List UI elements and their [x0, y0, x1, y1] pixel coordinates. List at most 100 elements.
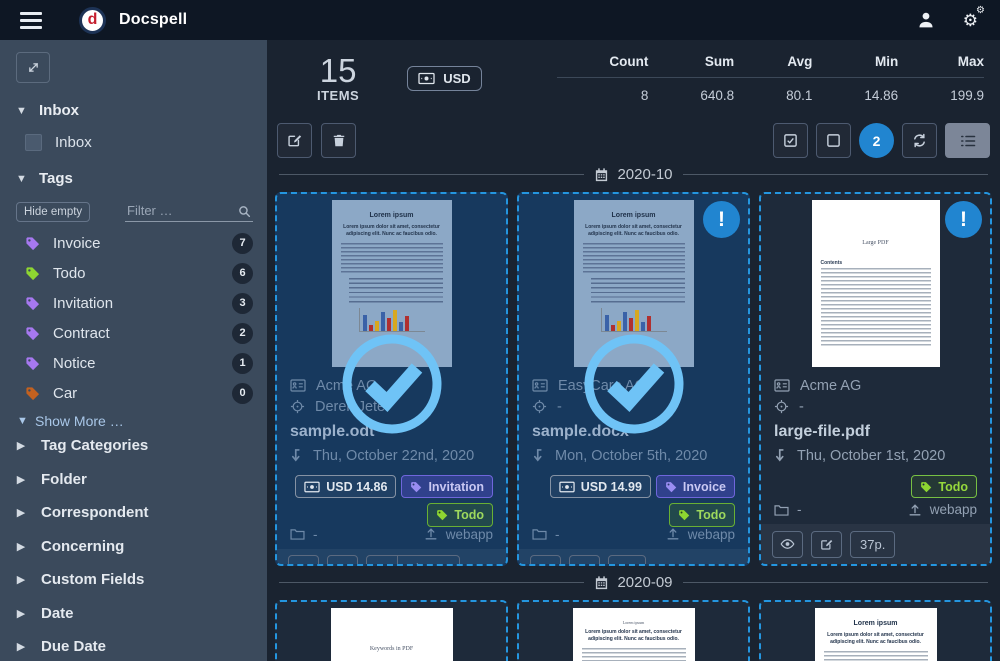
docspell-logo-icon[interactable]: d — [79, 7, 106, 34]
arrow-right-icon — [376, 563, 389, 566]
items-count: 15 — [317, 54, 359, 89]
list-view-button[interactable] — [945, 123, 990, 158]
stat-sum: 640.8 — [648, 78, 734, 106]
sidebar-section-folder[interactable]: ▶ Folder — [16, 463, 253, 497]
sidebar-section-date[interactable]: ▶ Date — [16, 597, 253, 631]
currency-usd-button[interactable]: USD — [407, 66, 481, 91]
chevron-right-icon: ▶ — [16, 573, 26, 586]
user-icon[interactable] — [917, 11, 935, 29]
page-count: 1/2, 4p. — [398, 556, 459, 566]
edit-icon — [578, 562, 591, 566]
delete-selected-button[interactable] — [321, 123, 356, 158]
inbox-checkbox[interactable] — [25, 134, 42, 151]
sidebar-tag-notice[interactable]: Notice 1 — [25, 348, 253, 378]
tag-count-badge: 3 — [232, 293, 253, 314]
tag-badge-todo: Todo — [911, 475, 977, 498]
sidebar-tag-invoice[interactable]: Invoice 7 — [25, 228, 253, 258]
item-card-sample-odt[interactable]: Lorem ipsum Lorem ipsum dolor sit amet, … — [275, 192, 508, 566]
eye-icon — [296, 563, 311, 567]
next-attachment-button[interactable] — [367, 556, 398, 566]
trash-icon — [332, 133, 346, 148]
sidebar-tag-invitation[interactable]: Invitation 3 — [25, 288, 253, 318]
sidebar-section-tag-categories[interactable]: ▶ Tag Categories — [16, 429, 253, 463]
inbox-checkbox-item[interactable]: Inbox — [25, 134, 253, 151]
select-all-button[interactable] — [773, 123, 808, 158]
item-card-sample-docx[interactable]: Lorem ipsum Lorem ipsum dolor sit amet, … — [517, 192, 750, 566]
crosshairs-icon — [532, 399, 547, 414]
search-sidebar: ▼ Inbox Inbox ▼ Tags Hide empty Invoice … — [0, 40, 267, 661]
item-preview: Large PDF Contents ! — [761, 194, 990, 367]
sidebar-tag-contract[interactable]: Contract 2 — [25, 318, 253, 348]
tag-badge-invitation: Invitation — [401, 475, 493, 498]
arrow-down-icon — [774, 448, 787, 463]
items-summary: 15 ITEMS — [317, 54, 359, 104]
show-more-tags[interactable]: ▼ Show More … — [17, 413, 253, 429]
menu-icon[interactable] — [20, 12, 42, 29]
pages-group: 1/2, 4p. — [366, 555, 460, 566]
sidebar-section-inbox[interactable]: ▼ Inbox — [16, 102, 253, 119]
preview-button[interactable] — [772, 531, 803, 558]
edit-item-button[interactable] — [811, 531, 842, 558]
item-date-row: Mon, October 5th, 2020 — [532, 445, 735, 466]
item-preview: Lorem ipsum Lorem ipsum dolor sit amet, … — [277, 194, 506, 367]
preview-button[interactable] — [288, 555, 319, 566]
badges-row: Todo — [774, 475, 977, 498]
refresh-button[interactable] — [902, 123, 937, 158]
deselect-all-button[interactable] — [816, 123, 851, 158]
stat-max: 199.9 — [898, 78, 984, 106]
item-card[interactable]: Lorem ipsum Lorem ipsum dolor sit amet, … — [759, 600, 992, 661]
correspondent-row: Acme AG — [290, 375, 493, 396]
card-actions: 1/2, 4p. — [277, 549, 506, 567]
sidebar-section-correspondent[interactable]: ▶ Correspondent — [16, 496, 253, 530]
items-label: ITEMS — [317, 88, 359, 103]
thumb-bar-chart — [359, 308, 425, 332]
edit-item-button[interactable] — [327, 555, 358, 566]
tag-icon — [436, 509, 448, 521]
address-card-icon — [532, 379, 548, 392]
arrow-down-icon — [290, 448, 303, 463]
tag-icon — [678, 509, 690, 521]
selection-toolbar: 2 — [277, 123, 990, 158]
item-card-large-file-pdf[interactable]: Large PDF Contents ! Acme AG - large-fil… — [759, 192, 992, 566]
date-group-header: 2020-10 — [279, 166, 988, 183]
sidebar-tag-todo[interactable]: Todo 6 — [25, 258, 253, 288]
settings-cogs-icon[interactable]: ⚙⚙ — [963, 12, 978, 29]
folder-value: - — [290, 527, 318, 542]
tag-icon — [25, 386, 40, 401]
sidebar-tag-car[interactable]: Car 0 — [25, 378, 253, 408]
sidebar-section-custom-fields[interactable]: ▶ Custom Fields — [16, 563, 253, 597]
chevron-down-icon: ▼ — [17, 415, 27, 427]
edit-item-button[interactable] — [569, 555, 600, 566]
tag-badge-todo: Todo — [669, 503, 735, 526]
sidebar-section-tags[interactable]: ▼ Tags — [16, 170, 253, 187]
item-card[interactable]: Lorem ipsum Lorem ipsum dolor sit amet, … — [517, 600, 750, 661]
hide-empty-button[interactable]: Hide empty — [16, 202, 90, 222]
tag-count-badge: 0 — [232, 383, 253, 404]
edit-selected-button[interactable] — [277, 123, 312, 158]
tag-icon — [665, 481, 677, 493]
edit-icon — [287, 133, 302, 148]
expand-sidebar-button[interactable] — [16, 52, 50, 83]
sidebar-section-due-date[interactable]: ▶ Due Date — [16, 630, 253, 661]
item-preview: Keywords in PDF — [277, 602, 506, 661]
tag-icon — [410, 481, 422, 493]
item-card[interactable]: Keywords in PDF — [275, 600, 508, 661]
tag-count-badge: 1 — [232, 353, 253, 374]
card-actions: 37p. — [761, 524, 990, 564]
chevron-right-icon: ▶ — [16, 473, 26, 486]
preview-button[interactable] — [530, 555, 561, 566]
sidebar-section-concerning[interactable]: ▶ Concerning — [16, 530, 253, 564]
item-date-row: Thu, October 1st, 2020 — [774, 445, 977, 466]
page-count: 37p. — [850, 531, 895, 558]
correspondent-row: Acme AG — [774, 375, 977, 396]
square-icon — [826, 133, 841, 148]
concerning-row: - — [532, 396, 735, 417]
search-icon — [238, 205, 251, 218]
folder-icon — [532, 528, 547, 540]
tag-filter-input[interactable] — [125, 201, 253, 222]
folder-source-row: - webapp — [290, 527, 493, 549]
item-preview: Lorem ipsum Lorem ipsum dolor sit amet, … — [761, 602, 990, 661]
folder-icon — [290, 528, 305, 540]
eye-icon — [538, 563, 553, 567]
eye-icon — [780, 538, 795, 550]
